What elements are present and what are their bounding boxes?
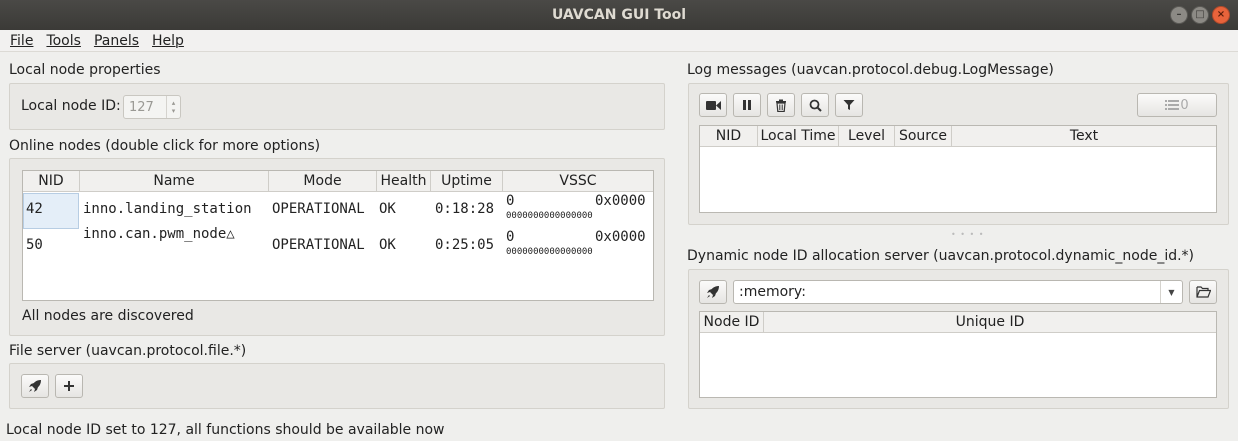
dynamic-alloc-start-button[interactable] — [699, 280, 727, 304]
online-nodes-status: All nodes are discovered — [22, 308, 194, 324]
log-search-button[interactable] — [801, 93, 829, 117]
log-title: Log messages (uavcan.protocol.debug.LogM… — [687, 62, 1054, 78]
spin-arrows-icon: ▴ ▾ — [166, 96, 180, 118]
storage-combo[interactable]: :memory: ▼ — [733, 280, 1183, 304]
local-node-id-label: Local node ID: — [21, 98, 121, 114]
online-nodes-title: Online nodes (double click for more opti… — [9, 138, 321, 154]
allocation-header: Node ID Unique ID — [700, 312, 1216, 333]
log-pause-button[interactable] — [733, 93, 761, 117]
maximize-icon[interactable]: □ — [1191, 6, 1209, 24]
col-name[interactable]: Name — [80, 171, 269, 191]
row-uptime: 0:25:05 — [435, 237, 495, 253]
row-vssc-bits: 0000000000000000 — [506, 211, 593, 221]
row-health: OK — [379, 201, 396, 217]
col-nid[interactable]: NID — [23, 171, 80, 191]
splitter-handle[interactable]: • • • • — [951, 230, 985, 239]
row-vssc-dec: 0 — [506, 229, 515, 245]
pause-icon — [743, 100, 751, 110]
dynamic-alloc-group: :memory: ▼ Node ID Unique ID — [688, 269, 1229, 409]
log-header: NID Local Time Level Source Text — [700, 126, 1216, 147]
row-nid: 50 — [26, 237, 43, 253]
col-local-time[interactable]: Local Time — [758, 126, 839, 146]
list-icon — [1165, 100, 1180, 110]
allocation-table[interactable]: Node ID Unique ID — [699, 311, 1217, 398]
local-node-id-spinbox[interactable]: 127 ▴ ▾ — [123, 95, 181, 119]
row-name: inno.can.pwm_node△ — [83, 226, 235, 242]
col-level[interactable]: Level — [839, 126, 895, 146]
local-node-group: Local node ID: 127 ▴ ▾ — [9, 83, 665, 130]
file-server-title: File server (uavcan.protocol.file.*) — [9, 343, 247, 359]
trash-icon — [776, 99, 786, 112]
col-uptime[interactable]: Uptime — [431, 171, 503, 191]
filter-icon — [843, 100, 855, 110]
video-camera-icon — [705, 100, 721, 110]
col-node-id[interactable]: Node ID — [700, 312, 764, 332]
log-count-button[interactable]: 0 — [1137, 93, 1217, 117]
col-text[interactable]: Text — [952, 126, 1216, 146]
row-vssc-bits: 0000000000000000 — [506, 247, 593, 257]
row-name: inno.landing_station — [83, 201, 252, 217]
table-row[interactable]: 50 inno.can.pwm_node△ OPERATIONAL OK 0:2… — [23, 226, 653, 265]
rocket-icon — [29, 380, 41, 392]
file-server-start-button[interactable] — [21, 374, 49, 398]
log-filter-button[interactable] — [835, 93, 863, 117]
row-health: OK — [379, 237, 396, 253]
status-bar: Local node ID set to 127, all functions … — [6, 422, 445, 438]
online-nodes-group: NID Name Mode Health Uptime VSSC 42 inno… — [9, 158, 665, 336]
dynamic-alloc-title: Dynamic node ID allocation server (uavca… — [687, 248, 1195, 264]
col-vssc[interactable]: VSSC — [503, 171, 653, 191]
file-server-group — [9, 363, 665, 409]
plus-icon — [64, 381, 74, 391]
minimize-icon[interactable]: – — [1170, 6, 1188, 24]
log-record-button[interactable] — [699, 93, 727, 117]
col-unique-id[interactable]: Unique ID — [764, 312, 1216, 332]
col-health[interactable]: Health — [377, 171, 431, 191]
row-vssc-dec: 0 — [506, 193, 515, 209]
local-node-title: Local node properties — [9, 62, 161, 78]
folder-open-icon — [1195, 286, 1211, 298]
log-count: 0 — [1180, 97, 1189, 113]
chevron-down-icon: ▼ — [1160, 281, 1182, 303]
menu-help[interactable]: Help — [152, 33, 184, 49]
log-group: 0 NID Local Time Level Source Text — [688, 83, 1229, 225]
open-file-button[interactable] — [1189, 280, 1217, 304]
file-server-add-button[interactable] — [55, 374, 83, 398]
col-source[interactable]: Source — [895, 126, 952, 146]
row-vssc-hex: 0x0000 — [595, 229, 646, 245]
menu-bar: File Tools Panels Help — [0, 30, 1238, 52]
row-mode: OPERATIONAL — [272, 201, 365, 217]
row-nid: 42 — [26, 201, 43, 217]
row-uptime: 0:18:28 — [435, 201, 495, 217]
search-icon — [809, 99, 822, 112]
menu-file[interactable]: File — [10, 33, 33, 49]
row-mode: OPERATIONAL — [272, 237, 365, 253]
menu-tools[interactable]: Tools — [46, 33, 81, 49]
rocket-icon — [707, 286, 719, 298]
window-title: UAVCAN GUI Tool — [551, 7, 687, 23]
online-nodes-header: NID Name Mode Health Uptime VSSC — [23, 171, 653, 192]
close-icon[interactable]: × — [1212, 6, 1230, 24]
col-mode[interactable]: Mode — [269, 171, 377, 191]
menu-panels[interactable]: Panels — [94, 33, 139, 49]
log-clear-button[interactable] — [767, 93, 795, 117]
log-table[interactable]: NID Local Time Level Source Text — [699, 125, 1217, 213]
local-node-id-value: 127 — [129, 99, 154, 115]
col-nid[interactable]: NID — [700, 126, 758, 146]
row-vssc-hex: 0x0000 — [595, 193, 646, 209]
table-row[interactable]: 42 inno.landing_station OPERATIONAL OK 0… — [23, 193, 653, 229]
title-bar: UAVCAN GUI Tool – □ × — [0, 0, 1238, 30]
storage-value: :memory: — [739, 284, 806, 300]
online-nodes-table[interactable]: NID Name Mode Health Uptime VSSC 42 inno… — [22, 170, 654, 301]
